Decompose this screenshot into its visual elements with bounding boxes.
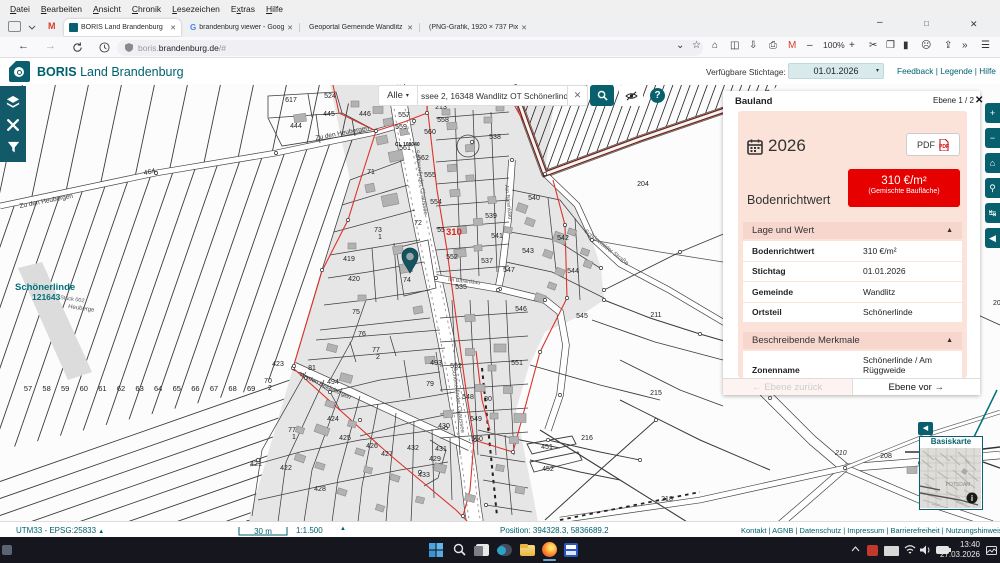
svg-text:422: 422 (280, 465, 292, 472)
svg-text:62: 62 (117, 384, 125, 393)
svg-text:310: 310 (446, 227, 462, 238)
svg-text:430: 430 (438, 423, 450, 430)
svg-text:59: 59 (61, 384, 69, 393)
svg-text:60: 60 (80, 384, 88, 393)
svg-text:419: 419 (343, 256, 355, 263)
svg-text:429: 429 (429, 456, 441, 463)
svg-text:65: 65 (173, 384, 181, 393)
svg-text:446: 446 (359, 111, 371, 118)
svg-text:545: 545 (576, 313, 588, 320)
svg-text:432: 432 (407, 445, 419, 452)
svg-text:i: i (971, 494, 973, 503)
svg-text:546: 546 (515, 306, 527, 313)
svg-text:30 m: 30 m (254, 527, 272, 536)
svg-text:452: 452 (542, 466, 554, 473)
svg-text:67: 67 (210, 384, 218, 393)
svg-text:538: 538 (489, 134, 501, 141)
svg-text:421: 421 (250, 461, 262, 468)
svg-text:204: 204 (637, 181, 649, 188)
svg-text:58: 58 (42, 384, 50, 393)
svg-text:73: 73 (374, 227, 382, 234)
svg-text:524: 524 (324, 93, 336, 100)
svg-text:68: 68 (228, 384, 236, 393)
svg-text:81: 81 (308, 365, 316, 372)
svg-text:431: 431 (435, 446, 447, 453)
svg-text:537: 537 (481, 258, 493, 265)
svg-text:541: 541 (491, 233, 503, 240)
svg-text:549: 549 (470, 416, 482, 423)
svg-text:558: 558 (437, 117, 449, 124)
svg-text:215: 215 (650, 390, 662, 397)
svg-text:451: 451 (541, 444, 553, 451)
svg-text:433: 433 (418, 472, 430, 479)
svg-text:424: 424 (327, 416, 339, 423)
svg-text:207: 207 (993, 300, 1000, 307)
svg-text:535: 535 (455, 284, 467, 291)
svg-text:540: 540 (528, 195, 540, 202)
svg-text:555: 555 (424, 172, 436, 179)
svg-text:539: 539 (485, 213, 497, 220)
svg-text:74: 74 (403, 277, 411, 284)
svg-text:425: 425 (339, 435, 351, 442)
svg-text:554: 554 (430, 199, 442, 206)
svg-text:1: 1 (292, 434, 296, 441)
svg-text:551: 551 (511, 360, 523, 367)
svg-text:559: 559 (395, 124, 407, 131)
svg-text:80: 80 (484, 396, 492, 403)
svg-text:550: 550 (471, 436, 483, 443)
svg-text:560: 560 (424, 129, 436, 136)
svg-text:Stück 002: Stück 002 (60, 295, 85, 304)
svg-text:420: 420 (348, 276, 360, 283)
svg-text:75: 75 (352, 309, 360, 316)
svg-text:77: 77 (288, 427, 296, 434)
svg-text:557: 557 (398, 112, 410, 119)
svg-text:493: 493 (430, 360, 442, 367)
svg-text:2: 2 (376, 354, 380, 361)
svg-text:542: 542 (557, 235, 569, 242)
svg-text:POTSDAM: POTSDAM (946, 482, 971, 488)
svg-text:216: 216 (581, 435, 593, 442)
svg-text:543: 543 (522, 248, 534, 255)
svg-text:208: 208 (880, 453, 892, 460)
svg-text:547: 547 (503, 267, 515, 274)
svg-text:CL 108040: CL 108040 (395, 142, 420, 148)
svg-text:61: 61 (98, 384, 106, 393)
svg-text:121643: 121643 (32, 292, 61, 302)
svg-text:428: 428 (314, 486, 326, 493)
svg-text:445: 445 (323, 111, 335, 118)
svg-text:1: 1 (378, 234, 382, 241)
svg-text:55: 55 (437, 227, 445, 234)
svg-text:Heuberge: Heuberge (68, 304, 96, 314)
svg-text:70: 70 (264, 378, 272, 385)
svg-text:77: 77 (372, 347, 380, 354)
svg-text:64: 64 (154, 384, 162, 393)
svg-text:76: 76 (358, 331, 366, 338)
svg-text:71: 71 (367, 169, 375, 176)
svg-text:427: 427 (381, 451, 393, 458)
svg-text:426: 426 (366, 443, 378, 450)
svg-text:63: 63 (135, 384, 143, 393)
svg-text:552: 552 (446, 254, 458, 261)
svg-text:548: 548 (462, 394, 474, 401)
svg-text:72: 72 (414, 220, 422, 227)
svg-text:218: 218 (661, 496, 673, 503)
svg-text:2: 2 (268, 385, 272, 392)
svg-text:423: 423 (272, 361, 284, 368)
svg-text:210: 210 (834, 450, 847, 457)
svg-text:PDF: PDF (939, 144, 949, 150)
svg-text:66: 66 (191, 384, 199, 393)
svg-text:79: 79 (426, 381, 434, 388)
svg-text:69: 69 (247, 384, 255, 393)
svg-text:211: 211 (650, 312, 661, 319)
svg-text:544: 544 (567, 268, 579, 275)
svg-text:57: 57 (24, 384, 32, 393)
svg-text:617: 617 (285, 97, 297, 104)
svg-text:444: 444 (290, 123, 302, 130)
